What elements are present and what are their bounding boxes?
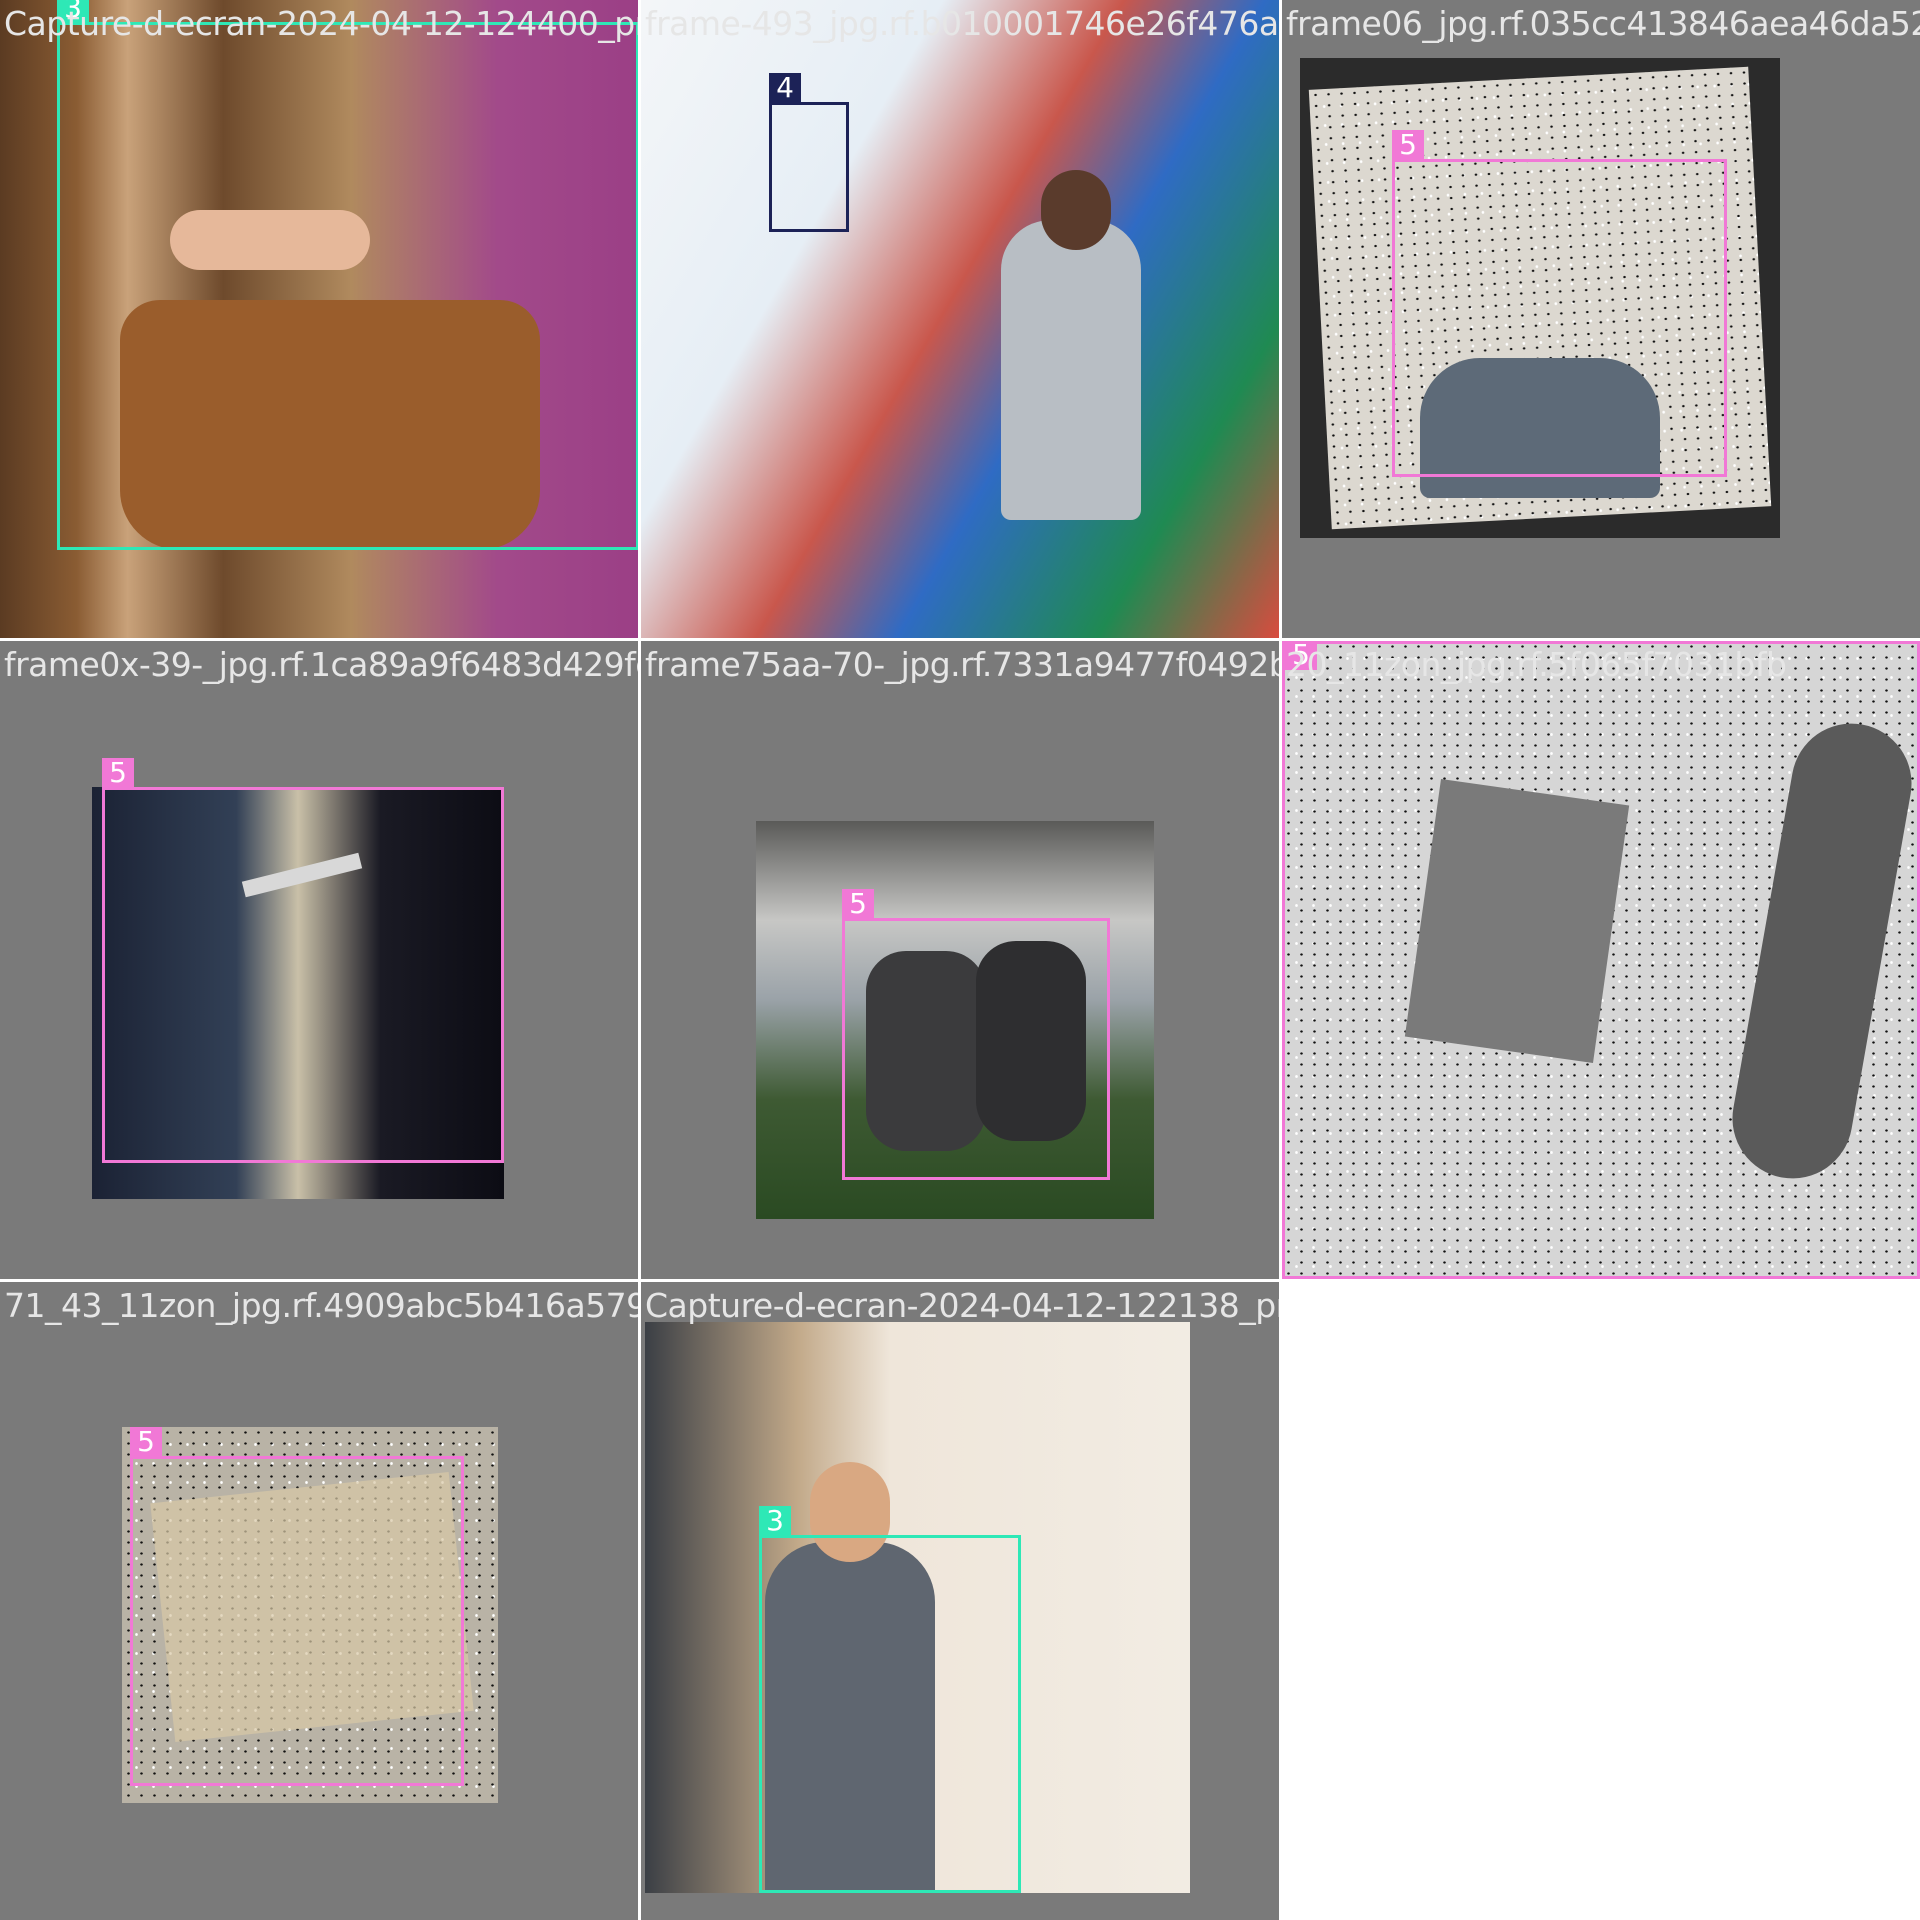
mosaic-tile[interactable]: frame75aa-70-_jpg.rf.7331a9477f0492bbc3 … xyxy=(641,641,1279,1279)
mosaic-grid: Capture-d-ecran-2024-04-12-124400_png.rf… xyxy=(0,0,1920,1920)
class-label: 5 xyxy=(102,758,134,788)
tile-filename: 20_11zon_jpg.rf.5f065f7031bfb xyxy=(1286,645,1787,684)
bounding-box[interactable]: 5 xyxy=(1282,641,1920,1279)
mosaic-tile[interactable]: frame-493_jpg.rf.b010001746e26f476a5c 4 xyxy=(641,0,1279,638)
tile-filename: 71_43_11zon_jpg.rf.4909abc5b416a57921 xyxy=(4,1286,638,1325)
bounding-box[interactable]: 5 xyxy=(842,889,1110,1180)
class-label: 5 xyxy=(130,1427,162,1457)
mosaic-tile[interactable]: 71_43_11zon_jpg.rf.4909abc5b416a57921 5 xyxy=(0,1282,638,1920)
tile-filename: frame75aa-70-_jpg.rf.7331a9477f0492bbc3 xyxy=(645,645,1279,684)
class-label: 5 xyxy=(1392,130,1424,160)
robbery-store-photo xyxy=(641,0,1279,638)
tile-filename: frame0x-39-_jpg.rf.1ca89a9f6483d429fcb xyxy=(4,645,638,684)
mosaic-tile[interactable]: Capture-d-ecran-2024-04-12-122138_png.rf… xyxy=(641,1282,1279,1920)
tile-filename: frame06_jpg.rf.035cc413846aea46da526f xyxy=(1286,4,1920,43)
mosaic-tile[interactable]: 20_11zon_jpg.rf.5f065f7031bfb 5 xyxy=(1282,641,1920,1279)
bounding-box[interactable]: 4 xyxy=(769,73,849,232)
tile-filename: frame-493_jpg.rf.b010001746e26f476a5c xyxy=(645,4,1279,43)
tile-filename: Capture-d-ecran-2024-04-12-122138_png.rf xyxy=(645,1286,1279,1325)
bounding-box[interactable]: 3 xyxy=(57,0,638,550)
class-label: 5 xyxy=(842,889,874,919)
bounding-box[interactable]: 5 xyxy=(130,1427,464,1786)
class-label: 4 xyxy=(769,73,801,103)
class-label: 3 xyxy=(759,1506,791,1536)
mosaic-tile[interactable]: frame06_jpg.rf.035cc413846aea46da526f 5 xyxy=(1282,0,1920,638)
bounding-box[interactable]: 5 xyxy=(1392,130,1727,477)
mosaic-tile[interactable]: frame0x-39-_jpg.rf.1ca89a9f6483d429fcb 5 xyxy=(0,641,638,1279)
tile-filename: Capture-d-ecran-2024-04-12-124400_png.rf xyxy=(4,4,638,43)
bounding-box[interactable]: 3 xyxy=(759,1506,1021,1893)
bounding-box[interactable]: 5 xyxy=(102,758,504,1163)
mosaic-tile[interactable]: Capture-d-ecran-2024-04-12-124400_png.rf… xyxy=(0,0,638,638)
